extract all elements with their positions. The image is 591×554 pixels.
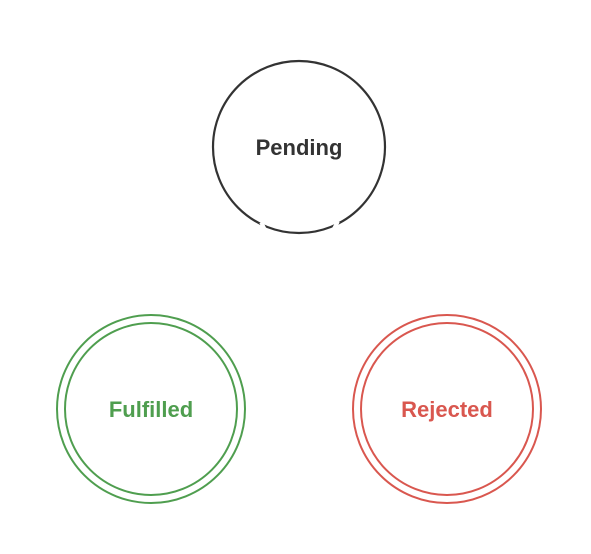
state-pending-label: Pending [256, 135, 343, 160]
state-pending: Pending [211, 59, 387, 235]
state-rejected-label: Rejected [401, 397, 493, 422]
state-fulfilled-label: Fulfilled [109, 397, 193, 422]
state-fulfilled: Fulfilled [56, 314, 246, 504]
promise-states-diagram: Pending Fulfilled Rejected [56, 59, 542, 504]
state-rejected: Rejected [352, 314, 542, 504]
